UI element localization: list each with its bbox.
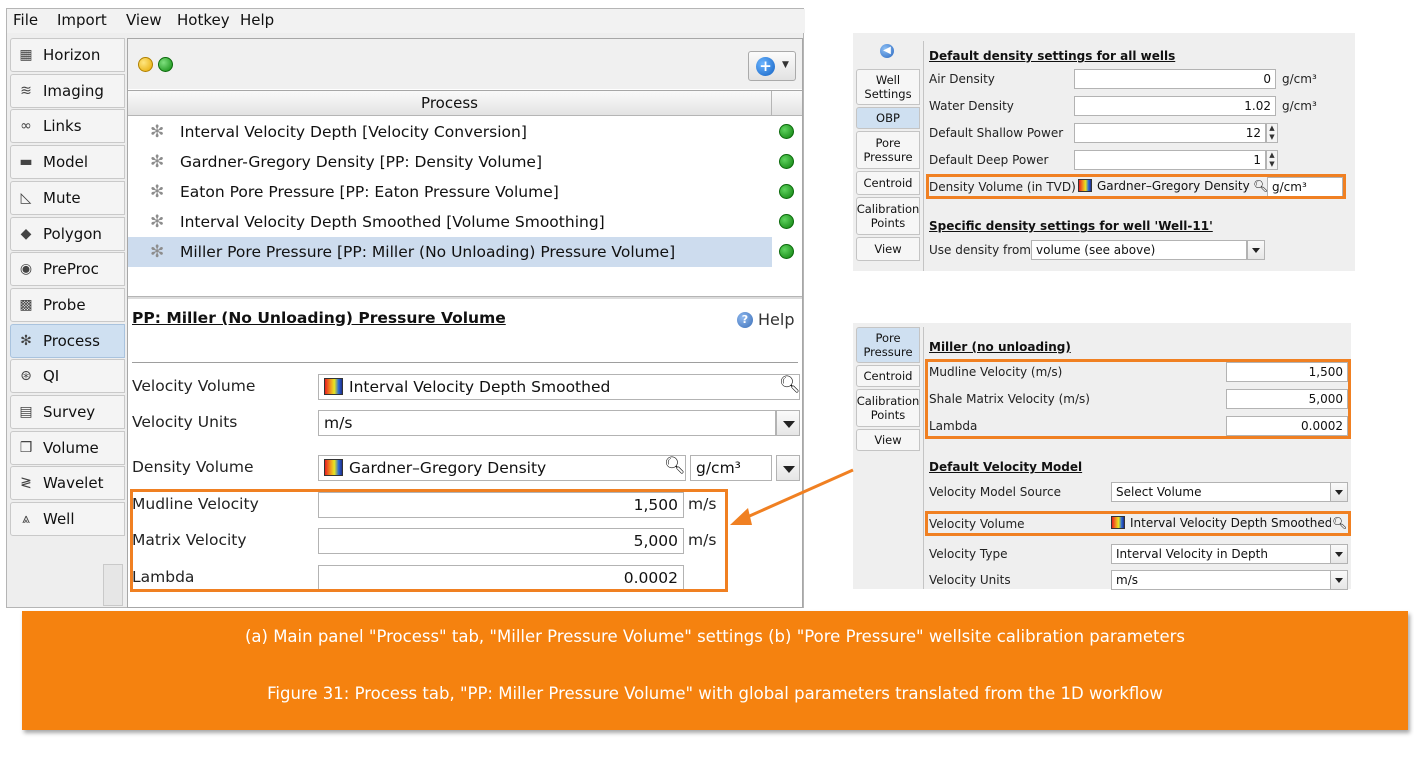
arrow-head: [730, 508, 752, 525]
arrow-line: [744, 468, 854, 520]
caption-subtitle: (a) Main panel "Process" tab, "Miller Pr…: [244, 627, 1186, 646]
caption-title: Figure 31: Process tab, "PP: Miller Pres…: [267, 684, 1163, 703]
figure-caption: (a) Main panel "Process" tab, "Miller Pr…: [22, 611, 1408, 730]
